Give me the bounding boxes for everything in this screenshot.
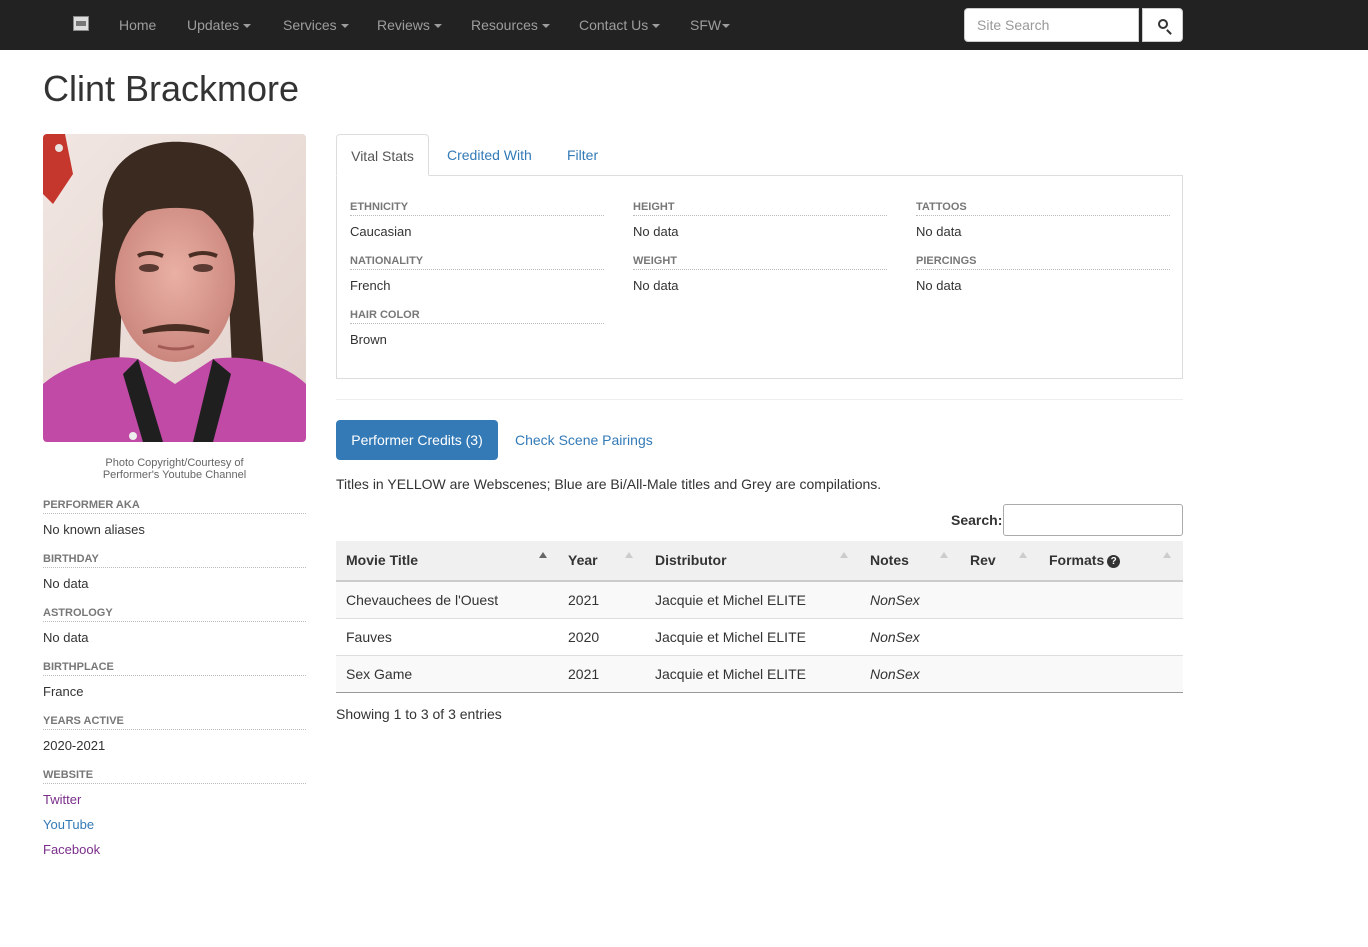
- col-movie-title[interactable]: Movie Title: [346, 541, 418, 582]
- bio-heading-birthday: Birthday: [43, 552, 306, 568]
- nav-sfw[interactable]: SFW: [690, 0, 731, 50]
- page-title: Clint Brackmore: [43, 68, 300, 109]
- website-link-facebook[interactable]: Facebook: [43, 842, 100, 858]
- table-info: Showing 1 to 3 of 3 entries: [336, 706, 502, 722]
- sort-icon: [840, 552, 848, 558]
- movie-notes: NonSex: [870, 629, 920, 645]
- nav-home[interactable]: Home: [119, 0, 156, 50]
- caret-down-icon: [652, 24, 661, 29]
- stat-value-tattoos: No data: [916, 224, 962, 239]
- site-search-button[interactable]: [1142, 8, 1183, 42]
- caret-down-icon: [243, 24, 252, 29]
- bio-value-aka: No known aliases: [43, 522, 145, 537]
- nav-resources[interactable]: Resources: [471, 0, 550, 50]
- movie-year: 2020: [568, 629, 600, 645]
- stat-heading-height: Height: [633, 200, 887, 216]
- col-year[interactable]: Year: [568, 541, 598, 582]
- caret-down-icon: [433, 24, 442, 29]
- table-row: Sex Game 2021 Jacquie et Michel ELITE No…: [336, 656, 1183, 693]
- vital-stats-panel: Ethnicity Caucasian Nationality French H…: [336, 175, 1183, 379]
- col-distributor[interactable]: Distributor: [655, 541, 727, 582]
- tab-credited-with[interactable]: Credited With: [447, 134, 532, 176]
- movie-notes: NonSex: [870, 592, 920, 608]
- tab-vital-stats[interactable]: Vital Stats: [336, 134, 429, 176]
- divider: [336, 399, 1183, 400]
- pill-check-scene-pairings[interactable]: Check Scene Pairings: [515, 420, 653, 460]
- caret-down-icon: [722, 24, 731, 29]
- photo-credit: Photo Copyright/Courtesy of Performer's …: [102, 457, 247, 481]
- caret-down-icon: [340, 24, 349, 29]
- site-logo-icon[interactable]: [73, 16, 89, 31]
- top-navbar: Home Updates Services Reviews Resources …: [0, 0, 1368, 50]
- sort-icon: [1163, 552, 1171, 558]
- stat-value-hair-color: Brown: [350, 332, 387, 347]
- stat-heading-tattoos: Tattoos: [916, 200, 1170, 216]
- stat-value-piercings: No data: [916, 278, 962, 293]
- performer-headshot: [43, 134, 306, 442]
- sort-icon: [1019, 552, 1027, 558]
- movie-notes: NonSex: [870, 666, 920, 682]
- stat-value-weight: No data: [633, 278, 679, 293]
- table-search-label: Search:: [951, 512, 1003, 528]
- bio-value-astrology: No data: [43, 630, 89, 645]
- bio-value-birthday: No data: [43, 576, 89, 591]
- search-icon: [1158, 19, 1168, 29]
- col-notes[interactable]: Notes: [870, 541, 909, 582]
- stat-heading-nationality: Nationality: [350, 254, 604, 270]
- stat-heading-ethnicity: Ethnicity: [350, 200, 604, 216]
- movie-year: 2021: [568, 666, 600, 682]
- help-icon[interactable]: ?: [1107, 555, 1121, 568]
- col-rev[interactable]: Rev: [970, 541, 996, 582]
- tab-filter[interactable]: Filter: [567, 134, 598, 176]
- bio-value-birthplace: France: [43, 684, 84, 699]
- bio-heading-aka: Performer AKA: [43, 498, 306, 514]
- distributor-link[interactable]: Jacquie et Michel ELITE: [655, 656, 806, 693]
- movie-title-link[interactable]: Sex Game: [346, 656, 412, 693]
- col-formats[interactable]: Formats?: [1049, 541, 1121, 582]
- distributor-link[interactable]: Jacquie et Michel ELITE: [655, 582, 806, 619]
- table-search-input[interactable]: [1003, 504, 1183, 536]
- movie-title-link[interactable]: Fauves: [346, 619, 392, 656]
- distributor-link[interactable]: Jacquie et Michel ELITE: [655, 619, 806, 656]
- site-search-input[interactable]: [964, 8, 1139, 42]
- stat-value-ethnicity: Caucasian: [350, 224, 412, 239]
- table-row: Fauves 2020 Jacquie et Michel ELITE NonS…: [336, 619, 1183, 656]
- sort-icon: [940, 552, 948, 558]
- movie-title-link[interactable]: Chevauchees de l'Ouest: [346, 582, 498, 619]
- stat-heading-hair-color: Hair Color: [350, 308, 604, 324]
- titles-color-legend: Titles in YELLOW are Webscenes; Blue are…: [336, 476, 882, 492]
- stat-value-nationality: French: [350, 278, 391, 293]
- movie-year: 2021: [568, 592, 600, 608]
- stat-heading-weight: Weight: [633, 254, 887, 270]
- stat-heading-piercings: Piercings: [916, 254, 1170, 270]
- bio-heading-years-active: Years Active: [43, 714, 306, 730]
- website-link-twitter[interactable]: Twitter: [43, 792, 81, 808]
- bio-value-years-active: 2020-2021: [43, 738, 106, 753]
- bio-heading-website: Website: [43, 768, 306, 784]
- caret-down-icon: [541, 24, 550, 29]
- bio-heading-birthplace: Birthplace: [43, 660, 306, 676]
- sort-asc-icon: [539, 552, 547, 558]
- table-header: Movie Title Year Distributor Notes Rev F…: [336, 541, 1183, 582]
- nav-updates[interactable]: Updates: [187, 0, 252, 50]
- website-link-youtube[interactable]: YouTube: [43, 817, 94, 833]
- table-row: Chevauchees de l'Ouest 2021 Jacquie et M…: [336, 582, 1183, 619]
- headshot-image: [43, 134, 306, 442]
- sort-icon: [625, 552, 633, 558]
- nav-services[interactable]: Services: [283, 0, 349, 50]
- pill-performer-credits[interactable]: Performer Credits (3): [336, 420, 498, 460]
- bio-heading-astrology: Astrology: [43, 606, 306, 622]
- nav-reviews[interactable]: Reviews: [377, 0, 442, 50]
- stat-value-height: No data: [633, 224, 679, 239]
- nav-contact-us[interactable]: Contact Us: [579, 0, 661, 50]
